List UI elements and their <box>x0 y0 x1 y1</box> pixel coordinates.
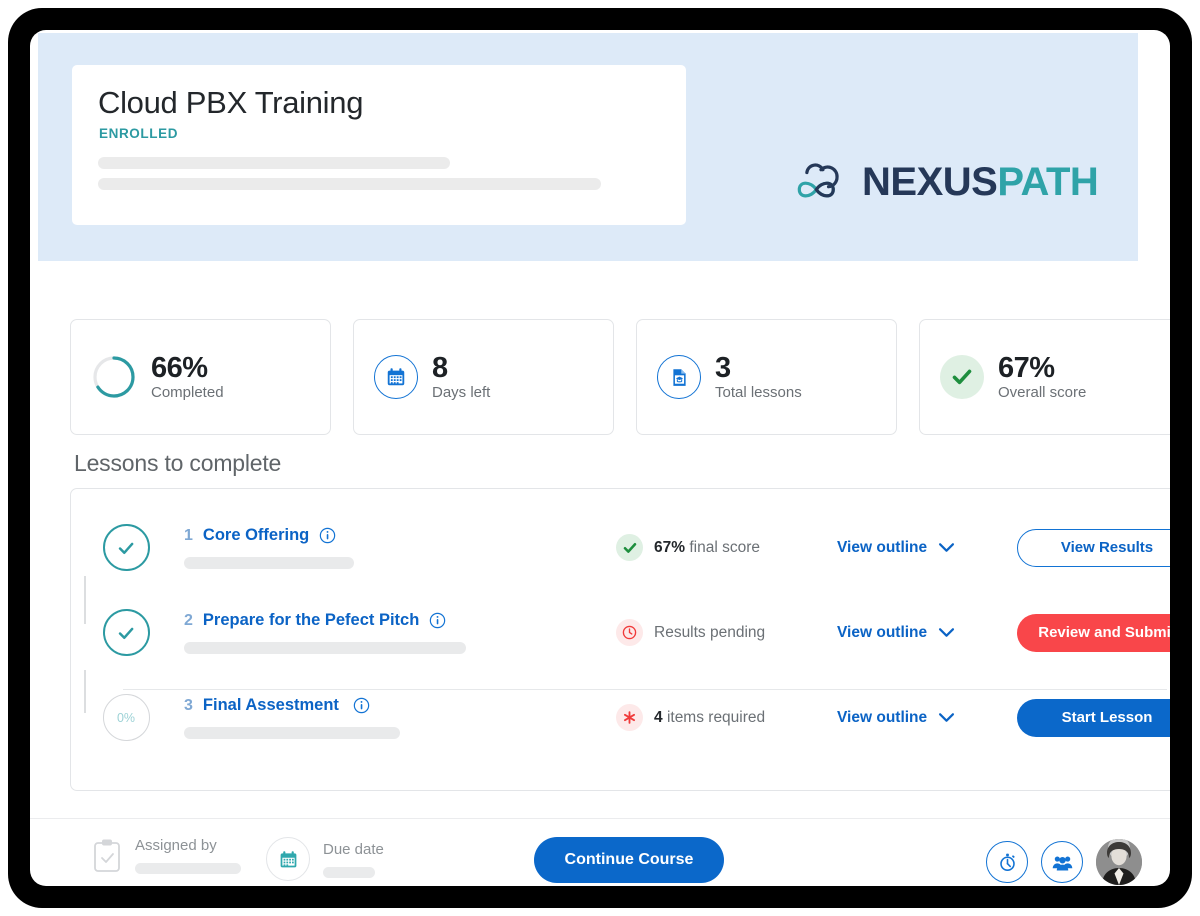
due-date-meta: Due date <box>266 837 384 881</box>
chevron-down-icon <box>939 628 955 637</box>
brand-name-secondary: PATH <box>997 160 1099 204</box>
lesson-info: 1 Core Offering <box>184 526 584 569</box>
placeholder-bar <box>184 727 400 739</box>
lesson-row[interactable]: 1 Core Offering 67% final score View out… <box>71 505 1170 590</box>
lesson-status-suffix: final score <box>689 538 760 556</box>
footer-bar: Assigned by Due date Continue Course <box>30 819 1170 886</box>
placeholder-bar <box>184 557 354 569</box>
placeholder-bar <box>184 642 466 654</box>
section-heading: Lessons to complete <box>74 450 282 476</box>
lesson-row[interactable]: 0% 3 Final Assestment 4 items required V… <box>71 675 1170 760</box>
timeline-connector <box>84 576 86 624</box>
check-icon <box>102 524 150 571</box>
lesson-number: 3 <box>184 696 193 714</box>
view-outline-toggle[interactable]: View outline <box>837 624 955 642</box>
info-icon[interactable] <box>319 527 336 544</box>
chevron-down-icon <box>939 713 955 722</box>
check-circle-icon <box>940 355 984 399</box>
course-info-card: Cloud PBX Training ENROLLED <box>72 65 686 225</box>
clipboard-check-icon <box>94 839 120 872</box>
placeholder-bar <box>98 157 450 169</box>
stat-value: 66% <box>151 351 208 384</box>
avatar[interactable] <box>1096 839 1142 885</box>
continue-course-button[interactable]: Continue Course <box>534 837 724 883</box>
course-hero-banner: Cloud PBX Training ENROLLED NEXUSPATH <box>38 33 1138 261</box>
placeholder-bar <box>98 178 601 190</box>
start-lesson-button[interactable]: Start Lesson <box>1017 698 1170 737</box>
lesson-title[interactable]: Prepare for the Pefect Pitch <box>203 611 419 630</box>
clock-icon <box>616 619 643 646</box>
stat-value: 67% <box>998 351 1055 384</box>
device-frame: Cloud PBX Training ENROLLED NEXUSPATH 66… <box>8 8 1192 908</box>
assigned-by-meta: Assigned by <box>92 837 241 874</box>
stat-label: Total lessons <box>715 384 802 402</box>
lesson-status: 67% final score <box>616 534 760 561</box>
lesson-timeline-node: 0% <box>99 694 153 741</box>
progress-ring-icon <box>93 356 135 398</box>
lesson-status: Results pending <box>616 619 765 646</box>
stats-row: 66% Completed 8 Days left 3 Total lesson… <box>70 319 1170 435</box>
stat-label: Completed <box>151 384 224 402</box>
view-results-button[interactable]: View Results <box>1017 528 1170 567</box>
info-icon[interactable] <box>429 612 446 629</box>
lesson-number: 1 <box>184 526 193 544</box>
lessons-list-panel: 1 Core Offering 67% final score View out… <box>70 488 1170 791</box>
placeholder-bar <box>135 863 241 874</box>
lesson-info: 2 Prepare for the Pefect Pitch <box>184 611 584 654</box>
lesson-status-suffix: items required <box>666 708 766 726</box>
view-outline-label: View outline <box>837 623 928 641</box>
due-date-label: Due date <box>323 840 384 858</box>
stat-label: Days left <box>432 384 491 402</box>
stat-card-overall-score: 67% Overall score <box>919 319 1170 435</box>
view-outline-label: View outline <box>837 538 928 556</box>
check-circle-icon <box>616 534 643 561</box>
lesson-timeline-node <box>99 609 153 656</box>
nexuspath-logo-icon <box>797 163 839 198</box>
lesson-status-value: 67% <box>654 538 686 556</box>
group-people-icon[interactable] <box>1041 841 1083 883</box>
brand-wordmark: NEXUSPATH <box>862 160 1099 204</box>
brand-logo: NEXUSPATH <box>788 157 1099 207</box>
view-outline-toggle[interactable]: View outline <box>837 539 955 557</box>
lesson-status-text: Results pending <box>654 623 766 641</box>
lesson-document-icon <box>657 355 701 399</box>
footer-tools <box>986 839 1142 885</box>
placeholder-bar <box>323 866 375 878</box>
view-outline-label: View outline <box>837 708 928 726</box>
check-icon <box>102 609 150 656</box>
stat-value: 8 <box>432 351 448 384</box>
progress-percent-node: 0% <box>102 694 150 741</box>
lesson-title[interactable]: Final Assestment <box>203 696 339 715</box>
lesson-status-value: 4 <box>654 708 663 726</box>
timeline-connector <box>84 670 86 713</box>
lesson-status-text: 4 items required <box>654 709 765 727</box>
lesson-row[interactable]: 2 Prepare for the Pefect Pitch Results p… <box>71 590 1170 675</box>
lesson-status: 4 items required <box>616 704 765 731</box>
stopwatch-icon[interactable] <box>986 841 1028 883</box>
view-outline-toggle[interactable]: View outline <box>837 709 955 727</box>
review-and-submit-button[interactable]: Review and Submit <box>1017 613 1170 652</box>
lesson-info: 3 Final Assestment <box>184 696 584 739</box>
stat-label: Overall score <box>998 384 1087 402</box>
lesson-status-text: 67% final score <box>654 539 760 557</box>
lesson-number: 2 <box>184 611 193 629</box>
lesson-timeline-node <box>99 524 153 571</box>
page-title: Cloud PBX Training <box>98 85 364 120</box>
lesson-progress-percent: 0% <box>116 710 136 725</box>
calendar-icon <box>374 355 418 399</box>
stat-card-days-left: 8 Days left <box>353 319 614 435</box>
brand-name-primary: NEXUS <box>862 160 998 204</box>
stat-card-total-lessons: 3 Total lessons <box>636 319 897 435</box>
asterisk-icon <box>616 704 643 731</box>
assigned-by-label: Assigned by <box>135 837 217 854</box>
calendar-icon <box>266 837 310 881</box>
app-screen: Cloud PBX Training ENROLLED NEXUSPATH 66… <box>30 30 1170 886</box>
stat-value: 3 <box>715 351 731 384</box>
info-icon[interactable] <box>353 697 370 714</box>
stat-card-completed: 66% Completed <box>70 319 331 435</box>
chevron-down-icon <box>939 543 955 552</box>
status-badge: ENROLLED <box>99 126 179 141</box>
lesson-title[interactable]: Core Offering <box>203 526 309 545</box>
